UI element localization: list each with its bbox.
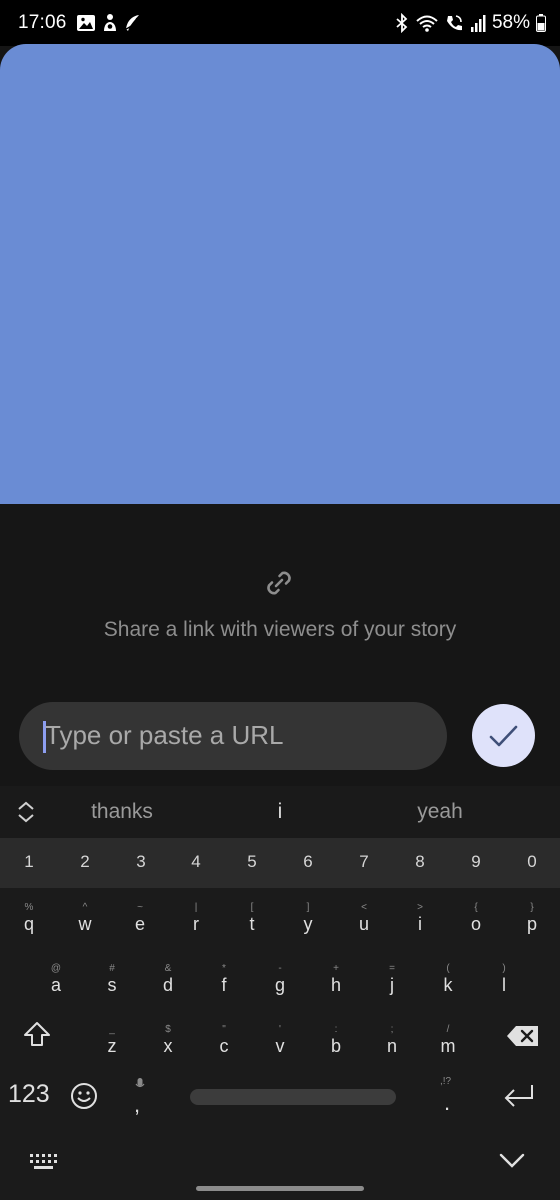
key-g[interactable]: -g: [252, 962, 308, 995]
key-j[interactable]: = j: [364, 962, 420, 995]
key-m[interactable]: / m: [420, 1023, 476, 1056]
key-q[interactable]: % q: [1, 901, 57, 934]
confirm-button[interactable]: [472, 704, 535, 767]
key-0[interactable]: 0: [504, 852, 560, 872]
key-k[interactable]: (k: [420, 962, 476, 995]
key-l[interactable]: ) l: [476, 962, 532, 995]
suggestion-bar: thanks i yeah: [0, 786, 560, 838]
emoji-icon[interactable]: [70, 1082, 98, 1110]
suggestion-3[interactable]: yeah: [380, 800, 500, 824]
call-icon: [446, 15, 462, 31]
key-7[interactable]: 7: [336, 852, 392, 872]
url-placeholder: Type or paste a URL: [45, 720, 284, 750]
expand-toolbar-icon[interactable]: [16, 800, 36, 824]
url-input[interactable]: Type or paste a URL: [19, 702, 447, 770]
key-f[interactable]: * f: [196, 962, 252, 995]
key-v[interactable]: ' v: [252, 1023, 308, 1056]
key-s[interactable]: # s: [84, 962, 140, 995]
period-key-hint: ,!?: [440, 1076, 452, 1087]
key-t[interactable]: [t: [224, 901, 280, 934]
key-p[interactable]: } p: [504, 901, 560, 934]
key-1[interactable]: 1: [1, 852, 57, 872]
key-o[interactable]: {o: [448, 901, 504, 934]
key-n[interactable]: ; n: [364, 1023, 420, 1056]
key-6[interactable]: 6: [280, 852, 336, 872]
battery-percentage: 58%: [491, 12, 530, 33]
key-d[interactable]: & d: [140, 962, 196, 995]
key-3[interactable]: 3: [113, 852, 169, 872]
key-u[interactable]: < u: [336, 901, 392, 934]
symbols-key[interactable]: 123: [8, 1080, 50, 1109]
key-z[interactable]: _ z: [84, 1023, 140, 1056]
suggestion-2[interactable]: i: [220, 800, 340, 824]
key-2[interactable]: 2: [57, 852, 113, 872]
key-a[interactable]: @ a: [28, 962, 84, 995]
suggestion-1[interactable]: thanks: [62, 800, 182, 824]
battery-icon: [536, 14, 546, 32]
key-i[interactable]: > i: [392, 901, 448, 934]
microphone-icon: [135, 1078, 145, 1088]
key-c[interactable]: " c: [196, 1023, 252, 1056]
number-row: 1 2 3 4 5 6 7 8 9 0: [0, 838, 560, 888]
status-time: 17:06: [18, 12, 67, 33]
key-h[interactable]: + h: [308, 962, 364, 995]
keyboard-switch-icon[interactable]: [30, 1153, 60, 1171]
key-y[interactable]: ] y: [280, 901, 336, 934]
enter-icon[interactable]: [502, 1082, 536, 1110]
spacebar[interactable]: [190, 1089, 396, 1105]
key-9[interactable]: 9: [448, 852, 504, 872]
key-4[interactable]: 4: [168, 852, 224, 872]
key-e[interactable]: ~ e: [112, 901, 168, 934]
backspace-icon[interactable]: [506, 1024, 540, 1048]
gallery-icon: [77, 15, 95, 31]
link-icon: [267, 571, 291, 595]
wifi-icon: [416, 15, 438, 32]
signal-icon: [470, 15, 486, 32]
feather-icon: [125, 15, 139, 31]
key-8[interactable]: 8: [392, 852, 448, 872]
bluetooth-icon: [396, 13, 408, 33]
key-w[interactable]: ^ w: [57, 901, 113, 934]
checkmark-icon: [489, 725, 518, 747]
key-r[interactable]: | r: [168, 901, 224, 934]
key-x[interactable]: $ x: [140, 1023, 196, 1056]
comma-key[interactable]: ,: [134, 1092, 140, 1118]
key-5[interactable]: 5: [224, 852, 280, 872]
hide-keyboard-icon[interactable]: [498, 1152, 526, 1170]
story-preview: [0, 44, 560, 504]
key-b[interactable]: :b: [308, 1023, 364, 1056]
figure-icon: [104, 14, 116, 31]
shift-icon[interactable]: [22, 1020, 52, 1048]
status-bar: 17:06 58%: [0, 0, 560, 46]
gesture-handle[interactable]: [196, 1186, 364, 1191]
period-key[interactable]: .: [444, 1090, 450, 1116]
link-caption: Share a link with viewers of your story: [103, 618, 457, 641]
